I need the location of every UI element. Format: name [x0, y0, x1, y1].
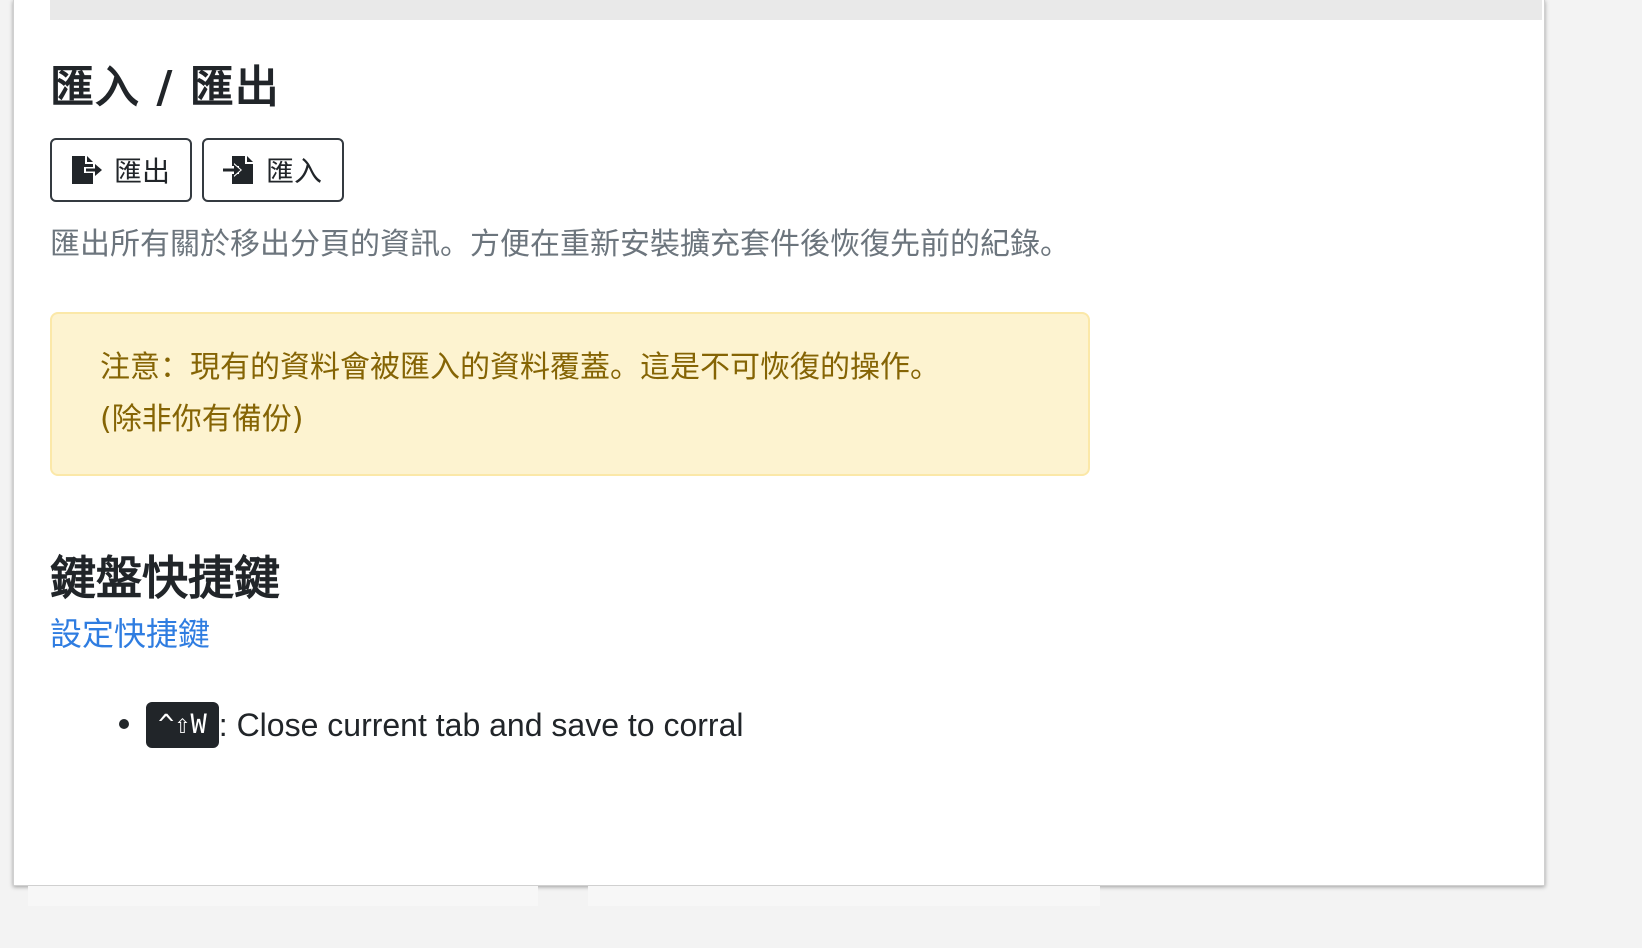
keyboard-shortcuts-heading: 鍵盤快捷鍵: [50, 551, 280, 605]
overwrite-warning-alert: 注意：現有的資料會被匯入的資料覆蓋。這是不可恢復的操作。 (除非你有備份): [50, 312, 1090, 476]
previous-section-divider: [50, 0, 1542, 20]
main-content: 匯入 / 匯出 匯出 匯入 匯出所有關於移出分頁的資訊。方便在重新安裝擴充套件後…: [50, 52, 1100, 750]
import-export-heading: 匯入 / 匯出: [50, 62, 280, 113]
options-page: 匯入 / 匯出 匯出 匯入 匯出所有關於移出分頁的資訊。方便在重新安裝擴充套件後…: [13, 0, 1545, 886]
configure-shortcuts-link[interactable]: 設定快捷鍵: [50, 612, 210, 656]
shortcut-item: ^⇧W: Close current tab and save to corra…: [146, 698, 1100, 750]
import-export-description: 匯出所有關於移出分頁的資訊。方便在重新安裝擴充套件後恢復先前的紀錄。: [50, 227, 1070, 262]
file-import-icon: [222, 155, 256, 185]
shortcut-list: ^⇧W: Close current tab and save to corra…: [50, 698, 1100, 750]
warning-text-line1: 注意：現有的資料會被匯入的資料覆蓋。這是不可恢復的操作。: [100, 350, 940, 385]
import-button[interactable]: 匯入: [202, 138, 345, 202]
export-button[interactable]: 匯出: [50, 138, 193, 202]
background-panel-left: [28, 886, 538, 906]
background-panel-right: [588, 886, 1100, 906]
shortcut-keys: ^⇧W: [146, 702, 219, 748]
export-button-label: 匯出: [114, 156, 171, 187]
import-export-button-group: 匯出 匯入: [50, 138, 1100, 202]
import-button-label: 匯入: [266, 156, 323, 187]
shortcut-description: : Close current tab and save to corral: [218, 707, 744, 743]
file-export-icon: [70, 155, 104, 185]
warning-text-line2: (除非你有備份): [100, 402, 304, 437]
